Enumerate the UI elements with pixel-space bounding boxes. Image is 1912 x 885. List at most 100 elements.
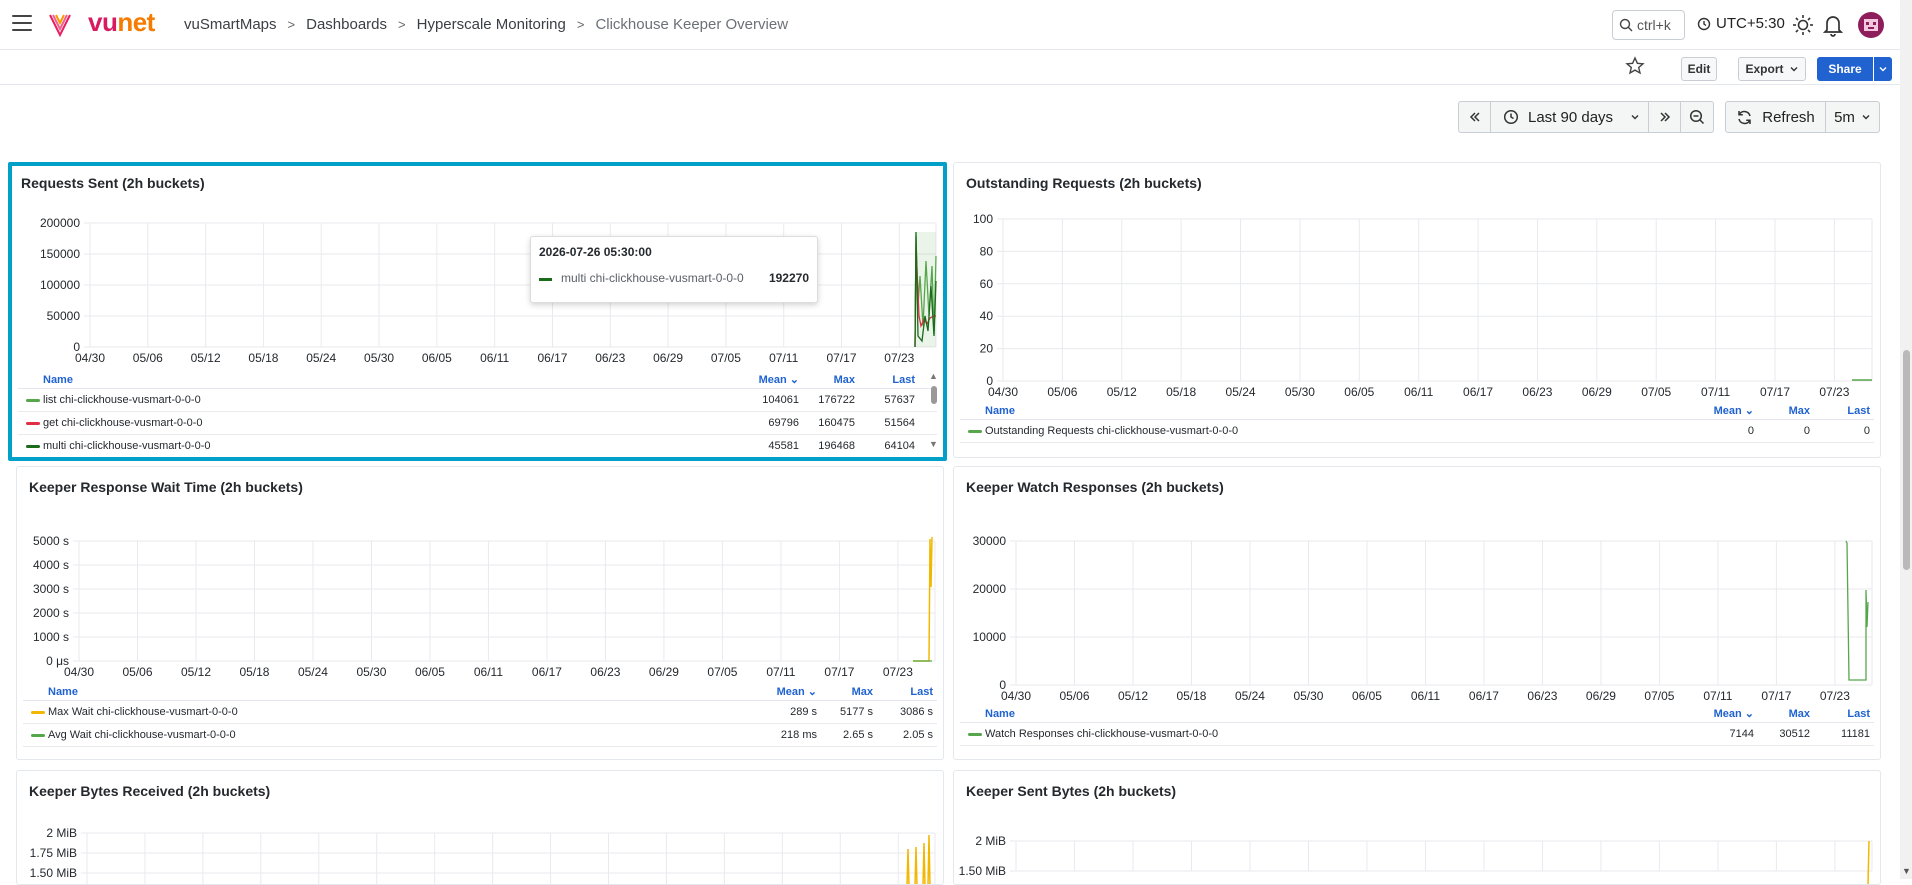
legend-header-last[interactable]: Last <box>859 374 919 386</box>
legend-header-name[interactable]: Name <box>960 708 1688 720</box>
legend-row[interactable]: get chi-clickhouse-vusmart-0-0-0 69796 160… <box>18 412 937 435</box>
menu-icon[interactable] <box>12 15 32 33</box>
zoom-out-button[interactable] <box>1680 101 1714 133</box>
legend-scroll-down-icon[interactable]: ▼ <box>929 439 938 449</box>
legend-last-value: 3086 s <box>899 706 933 718</box>
time-shift-forward-button[interactable] <box>1648 101 1681 133</box>
vunet-logo-text: vunet <box>88 7 155 37</box>
y-tick-label: 50000 <box>47 309 81 323</box>
legend-header-last[interactable]: Last <box>877 686 937 698</box>
legend-header-last[interactable]: Last <box>1814 708 1874 720</box>
page-scrollbar[interactable] <box>1900 0 1912 879</box>
outstanding-requests-panel[interactable]: Outstanding Requests (2h buckets) 100 80 6… <box>953 162 1881 458</box>
legend-header-name[interactable]: Name <box>960 405 1688 417</box>
x-tick-label: 05/18 <box>239 665 269 679</box>
bytes-sent-chart[interactable]: 2 MiB 1.50 MiB <box>954 771 1881 885</box>
legend-last-value: 11181 <box>1841 728 1870 740</box>
x-tick-label: 07/17 <box>1761 689 1791 703</box>
legend-header-name[interactable]: Name <box>18 374 733 386</box>
legend-row[interactable]: Outstanding Requests chi-clickhouse-vusm… <box>960 420 1874 443</box>
timezone-button[interactable]: UTC+5:30 <box>1697 15 1785 32</box>
x-tick-label: 07/11 <box>1701 385 1730 399</box>
refresh-button[interactable]: Refresh <box>1725 101 1826 133</box>
wait-time-panel[interactable]: Keeper Response Wait Time (2h buckets) 5… <box>16 466 944 760</box>
y-tick-label: 2 MiB <box>46 826 77 840</box>
edit-button[interactable]: Edit <box>1681 57 1717 81</box>
legend-header-mean[interactable]: Mean ⌄ <box>751 685 821 698</box>
x-tick-label: 05/24 <box>306 351 336 365</box>
x-tick-label: 07/23 <box>884 351 914 365</box>
share-button[interactable]: Share <box>1817 57 1873 81</box>
star-icon[interactable] <box>1625 56 1645 76</box>
legend-header-max[interactable]: Max <box>821 686 877 698</box>
legend-row[interactable]: Avg Wait chi-clickhouse-vusmart-0-0-0 218… <box>23 724 937 747</box>
bytes-received-panel[interactable]: Keeper Bytes Received (2h buckets) 2 MiB… <box>16 770 944 885</box>
outstanding-legend: Name Mean ⌄ Max Last Outstanding Request… <box>960 402 1874 443</box>
breadcrumb-dashboards[interactable]: Dashboards <box>306 16 387 33</box>
legend-scroll-up-icon[interactable]: ▲ <box>929 371 938 381</box>
refresh-label: Refresh <box>1762 108 1815 126</box>
chevron-right-icon: > <box>576 17 585 32</box>
x-tick-label: 07/11 <box>766 665 795 679</box>
x-tick-label: 05/12 <box>1107 385 1137 399</box>
legend-header-mean[interactable]: Mean ⌄ <box>1688 707 1758 720</box>
time-shift-back-button[interactable] <box>1458 101 1491 133</box>
mean-label: Mean <box>758 374 787 386</box>
x-tick-label: 07/05 <box>711 351 741 365</box>
breadcrumb-hyperscale[interactable]: Hyperscale Monitoring <box>417 16 566 33</box>
page-scrollbar-thumb[interactable] <box>1903 350 1910 570</box>
time-range-picker[interactable]: Last 90 days <box>1490 101 1649 133</box>
notification-bell-icon[interactable] <box>1823 13 1843 37</box>
legend-row[interactable]: multi chi-clickhouse-vusmart-0-0-0 45581 1… <box>18 435 937 457</box>
search-button[interactable]: ctrl+k <box>1612 10 1685 40</box>
share-dropdown-button[interactable] <box>1874 57 1892 81</box>
legend-header-max[interactable]: Max <box>1758 708 1814 720</box>
x-tick-label: 07/11 <box>769 351 798 365</box>
refresh-interval-picker[interactable]: 5m <box>1825 101 1880 133</box>
legend-scrollbar-thumb[interactable] <box>931 386 937 404</box>
legend-header-max[interactable]: Max <box>1758 405 1814 417</box>
sort-desc-icon: ⌄ <box>1744 708 1754 720</box>
legend-row[interactable]: Max Wait chi-clickhouse-vusmart-0-0-0 289… <box>23 701 937 724</box>
scroll-down-arrow-icon[interactable]: ▼ <box>1902 866 1911 876</box>
y-tick-label: 60 <box>980 277 994 291</box>
requests-sent-panel[interactable]: Requests Sent (2h buckets) 200000 150000 1… <box>8 162 947 461</box>
bytes-sent-panel[interactable]: Keeper Sent Bytes (2h buckets) 2 MiB 1.50… <box>953 770 1881 885</box>
legend-header-max[interactable]: Max <box>803 374 859 386</box>
legend-row[interactable]: Watch Responses chi-clickhouse-vusmart-0… <box>960 723 1874 746</box>
legend-header-mean[interactable]: Mean ⌄ <box>1688 404 1758 417</box>
x-tick-label: 07/11 <box>1703 689 1732 703</box>
legend-series-name: get chi-clickhouse-vusmart-0-0-0 <box>18 417 733 429</box>
bytes-received-chart[interactable]: 2 MiB1.75 MiB1.50 MiB1.25 MiB <box>17 771 944 885</box>
series-label: get chi-clickhouse-vusmart-0-0-0 <box>43 417 203 429</box>
watch-responses-chart[interactable]: 300002000010000004/30 05/06 05/12 05/18 05/2… <box>954 467 1881 707</box>
refresh-interval-label: 5m <box>1834 108 1855 126</box>
series-swatch <box>31 711 45 714</box>
legend-rows: Outstanding Requests chi-clickhouse-vusm… <box>960 420 1874 443</box>
theme-toggle-icon[interactable] <box>1792 14 1814 36</box>
y-tick-label: 4000 s <box>33 558 69 572</box>
wait-time-chart[interactable]: 5000 s4000 s3000 s2000 s1000 s0 μs04/30 0… <box>17 467 944 687</box>
x-tick-label: 07/23 <box>1819 385 1849 399</box>
user-avatar[interactable] <box>1858 12 1884 38</box>
breadcrumb-vusmartmaps[interactable]: vuSmartMaps <box>184 16 277 33</box>
x-tick-label: 04/30 <box>988 385 1018 399</box>
legend-header-name[interactable]: Name <box>23 686 751 698</box>
y-tick-label: 30000 <box>973 534 1007 548</box>
outstanding-requests-chart[interactable]: 10080604020004/30 05/06 05/12 05/18 05/24 05/… <box>954 163 1881 403</box>
tooltip-series-name: multi chi-clickhouse-vusmart-0-0-0 <box>561 271 744 285</box>
export-button[interactable]: Export <box>1738 57 1806 81</box>
legend-header: Name Mean ⌄ Max Last <box>18 371 937 389</box>
mean-label: Mean <box>776 686 805 698</box>
y-tick-label: 20000 <box>973 582 1007 596</box>
legend-header-last[interactable]: Last <box>1814 405 1874 417</box>
x-tick-label: 07/23 <box>883 665 913 679</box>
legend-max-value: 160475 <box>818 417 855 429</box>
legend-mean-value: 7144 <box>1729 728 1754 740</box>
watch-responses-panel[interactable]: Keeper Watch Responses (2h buckets) 3000… <box>953 466 1881 760</box>
legend-header-mean[interactable]: Mean ⌄ <box>733 373 803 386</box>
legend-row[interactable]: list chi-clickhouse-vusmart-0-0-0 104061 1… <box>18 389 937 412</box>
legend-rows: Watch Responses chi-clickhouse-vusmart-0… <box>960 723 1874 746</box>
x-tick-label: 05/30 <box>356 665 386 679</box>
breadcrumb-current: Clickhouse Keeper Overview <box>595 16 789 33</box>
